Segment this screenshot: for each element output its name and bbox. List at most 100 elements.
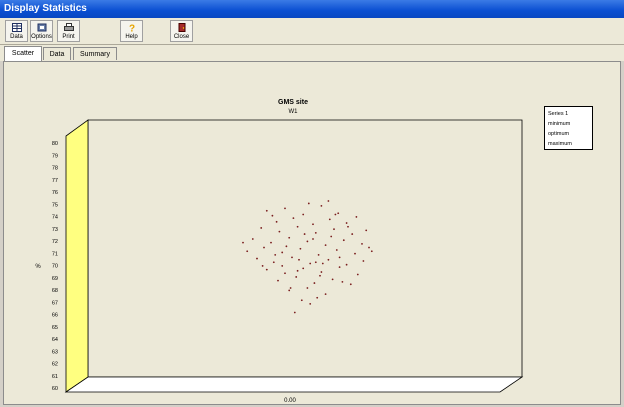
data-point xyxy=(345,263,348,266)
y-tick-label: 80 xyxy=(52,141,58,147)
data-point xyxy=(298,258,300,261)
y-tick-label: 66 xyxy=(52,313,58,319)
data-point xyxy=(272,261,275,264)
data-points xyxy=(242,200,373,314)
data-point xyxy=(278,230,281,233)
back-wall xyxy=(87,119,523,378)
y-tick-label: 68 xyxy=(52,288,58,294)
y-tick-label: 77 xyxy=(52,178,58,184)
data-point xyxy=(324,244,327,247)
left-wall xyxy=(65,119,89,393)
data-point xyxy=(284,272,286,275)
y-tick-label: 67 xyxy=(52,300,58,306)
data-point xyxy=(289,287,292,289)
y-tick-label: 73 xyxy=(52,227,58,233)
data-point xyxy=(354,252,356,255)
data-point xyxy=(328,218,331,221)
data-point xyxy=(313,282,316,284)
data-point xyxy=(275,220,278,223)
data-point xyxy=(281,265,284,267)
data-point xyxy=(256,257,258,260)
data-point xyxy=(299,247,302,250)
data-point xyxy=(320,271,323,273)
data-point xyxy=(246,250,249,253)
data-point xyxy=(314,231,317,234)
data-point xyxy=(355,216,358,218)
y-tick-label: 63 xyxy=(52,349,58,355)
y-tick-labels: 80 79 78 77 76 75 74 73 72 71 70 69 68 67 66 65 64 63 62 61… xyxy=(52,141,58,392)
y-tick-label: 60 xyxy=(52,386,58,392)
floor xyxy=(64,376,524,393)
legend-item-4: maximum xyxy=(548,141,572,147)
x-axis-label: 0.00 xyxy=(284,398,296,404)
data-point xyxy=(285,245,288,248)
scatter-chart: GMS site W1 % 0.00 80 79 78 77 76 75 74 73 72 71 7… xyxy=(35,99,524,404)
data-point xyxy=(370,250,373,253)
data-point xyxy=(331,278,334,281)
data-point xyxy=(291,256,293,259)
data-point xyxy=(342,239,345,242)
data-point xyxy=(309,262,312,265)
data-point xyxy=(330,235,333,238)
data-point xyxy=(347,225,349,228)
data-point xyxy=(335,249,338,251)
data-point xyxy=(327,258,330,261)
data-point xyxy=(277,279,279,282)
chart-title: GMS site xyxy=(278,99,308,106)
data-point xyxy=(341,280,344,283)
y-tick-label: 71 xyxy=(52,251,58,257)
data-point xyxy=(309,303,312,305)
data-point xyxy=(274,254,277,256)
data-point xyxy=(337,212,340,215)
data-point xyxy=(320,205,323,207)
data-point xyxy=(270,241,272,244)
data-point xyxy=(324,293,327,295)
y-tick-label: 78 xyxy=(52,166,58,172)
data-point xyxy=(338,266,341,269)
legend-item-3: optimum xyxy=(548,131,570,137)
data-point xyxy=(306,287,309,289)
y-axis-label: % xyxy=(35,264,41,270)
data-point xyxy=(261,265,264,267)
y-tick-label: 62 xyxy=(52,362,58,368)
y-tick-label: 79 xyxy=(52,153,58,159)
data-point xyxy=(327,200,330,202)
data-point xyxy=(307,202,310,205)
data-point xyxy=(292,217,295,220)
data-point xyxy=(306,240,309,243)
data-point xyxy=(295,276,298,278)
data-point xyxy=(312,238,314,240)
y-tick-label: 76 xyxy=(52,190,58,196)
y-tick-label: 75 xyxy=(52,202,58,208)
data-point xyxy=(317,254,320,256)
chart-frame xyxy=(64,119,524,393)
data-point xyxy=(303,233,306,235)
data-point xyxy=(334,213,337,216)
data-point xyxy=(284,207,286,210)
data-point xyxy=(361,242,363,245)
data-point xyxy=(242,241,244,244)
data-point xyxy=(296,269,299,272)
legend-item-2: minimum xyxy=(548,121,571,127)
data-point xyxy=(365,229,368,232)
data-point xyxy=(260,227,263,229)
data-point xyxy=(251,238,254,240)
y-tick-label: 72 xyxy=(52,239,58,245)
data-point xyxy=(263,246,265,249)
data-point xyxy=(316,296,319,299)
data-point xyxy=(321,262,324,265)
data-point xyxy=(314,261,317,264)
data-point xyxy=(271,214,274,217)
data-point xyxy=(288,289,291,292)
data-point xyxy=(281,251,284,254)
data-point xyxy=(351,233,354,235)
data-point xyxy=(265,209,268,212)
data-point xyxy=(368,246,370,249)
y-tick-label: 74 xyxy=(52,215,58,221)
data-point xyxy=(345,222,348,224)
y-tick-label: 64 xyxy=(52,337,58,343)
y-tick-label: 65 xyxy=(52,325,58,331)
data-point xyxy=(300,299,303,302)
data-point xyxy=(362,260,365,262)
data-point xyxy=(356,273,359,276)
